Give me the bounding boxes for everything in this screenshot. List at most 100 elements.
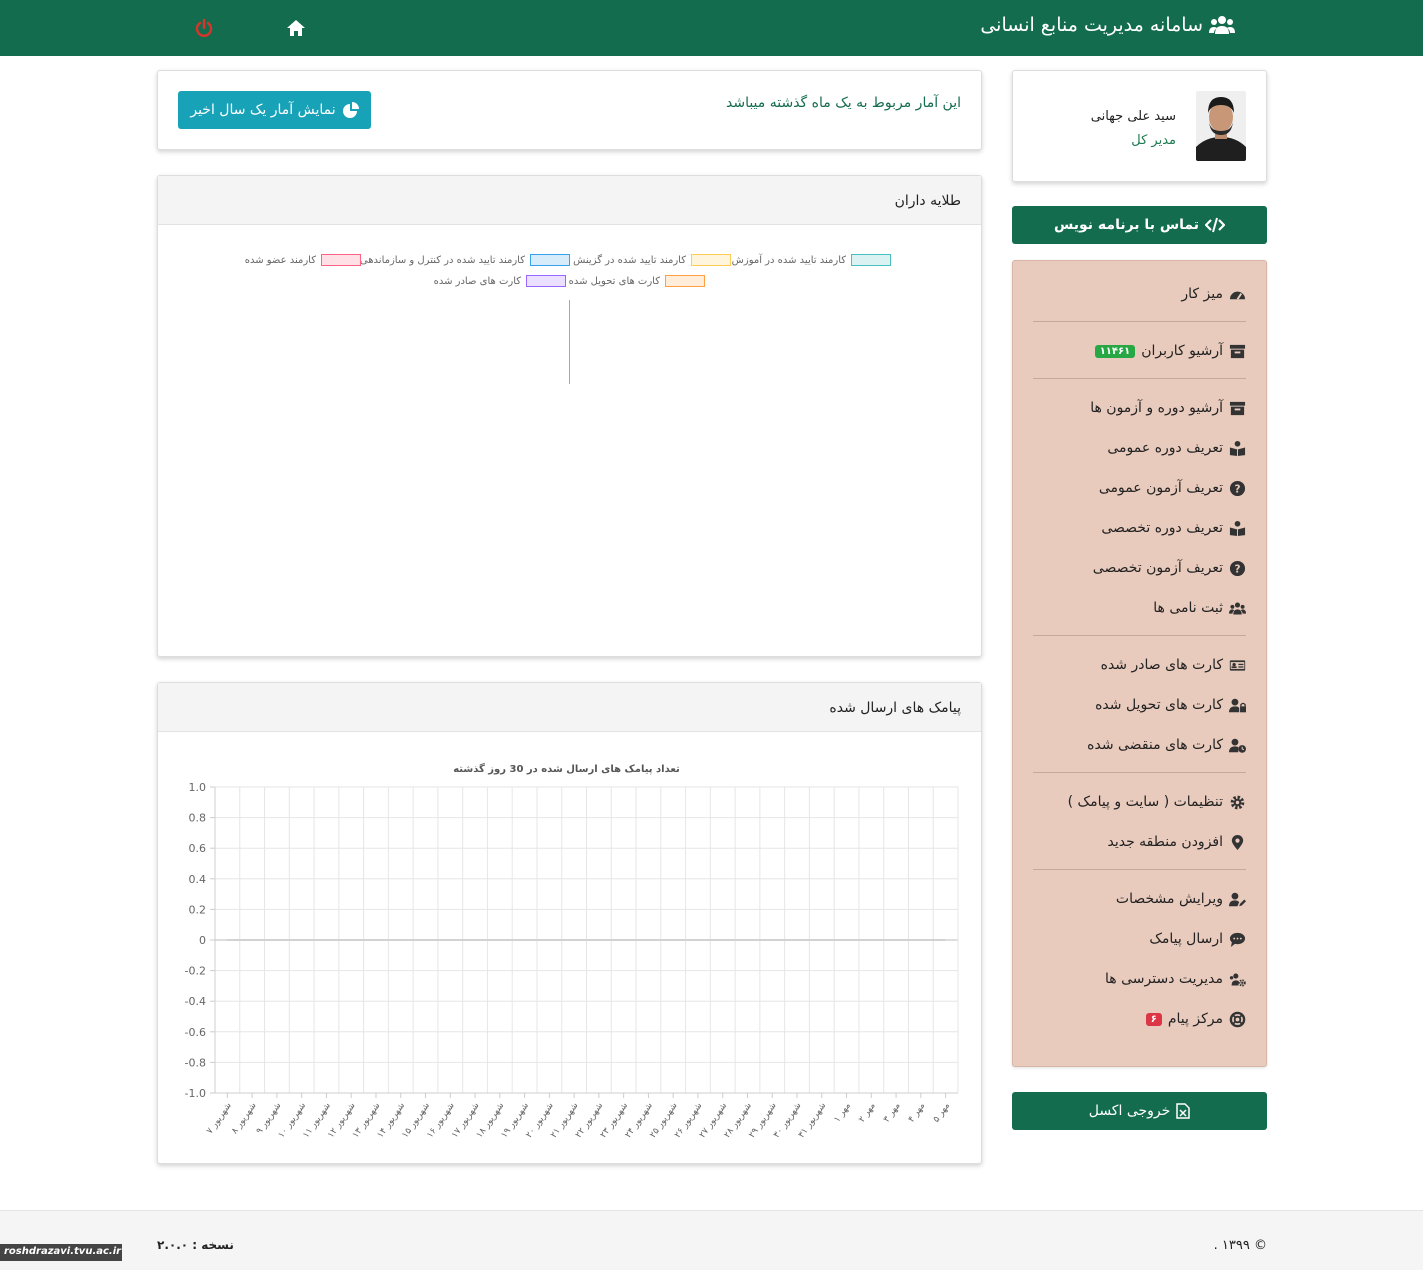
chart-title: تعداد پیامک های ارسال شده در 30 روز گذشت… <box>453 762 680 775</box>
legend-label: کارمند تایید شده در آموزش <box>731 254 846 266</box>
top-navbar: سامانه مدیریت منابع انسانی <box>0 0 1423 56</box>
sidebar-item-label: تنظیمات ( سایت و پیامک ) <box>1067 794 1223 810</box>
menu-divider <box>1033 869 1246 870</box>
users-count-badge: ۱۱۴۶۱ <box>1094 344 1136 358</box>
show-year-stats-button[interactable]: نمایش آمار یک سال اخیر <box>178 91 371 129</box>
sidebar-item-registrations[interactable]: ثبت نامی ها <box>1153 596 1246 620</box>
sidebar-item-expired-cards[interactable]: کارت های منقضی شده <box>1087 733 1246 757</box>
archive-icon <box>1229 344 1246 358</box>
sidebar-item-special-course[interactable]: تعریف دوره تخصصی <box>1101 516 1246 540</box>
power-icon <box>195 18 213 37</box>
menu-divider <box>1033 772 1246 773</box>
sidebar-item-label: میز کار <box>1181 286 1223 302</box>
legend-item[interactable]: کارت های تحویل شده <box>569 275 705 287</box>
sidebar-item-label: ثبت نامی ها <box>1153 600 1223 616</box>
y-tick-label: 0.2 <box>189 903 207 916</box>
legend-swatch <box>665 275 705 287</box>
book-reader-icon <box>1229 440 1246 456</box>
y-tick-label: 0.4 <box>189 873 207 886</box>
home-icon <box>287 20 305 36</box>
legend-item[interactable]: کارت های صادر شده <box>434 275 566 287</box>
sidebar-item-dashboard[interactable]: میز کار <box>1181 282 1246 306</box>
sidebar-item-general-course[interactable]: تعریف دوره عمومی <box>1107 436 1246 460</box>
map-marker-icon <box>1231 834 1244 850</box>
version-text: نسخه : ۲.۰.۰ <box>157 1238 234 1252</box>
sidebar-item-label: ارسال پیامک <box>1149 931 1223 947</box>
sidebar-item-label: ویرایش مشخصات <box>1115 891 1223 907</box>
sidebar-item-label: مرکز پیام <box>1167 1011 1223 1027</box>
sidebar-item-edit-profile[interactable]: ویرایش مشخصات <box>1116 887 1246 911</box>
svg-text:?: ? <box>1234 483 1240 495</box>
menu-divider <box>1033 635 1246 636</box>
sidebar-item-send-sms[interactable]: ارسال پیامک <box>1149 927 1246 951</box>
home-button[interactable] <box>285 17 307 39</box>
archive-icon <box>1229 401 1246 415</box>
profile-card: سید علی جهانی مدیر کل <box>1012 70 1267 182</box>
chart-axis-line <box>569 300 570 384</box>
sidebar-item-label: افزودن منطقه جدید <box>1107 834 1223 850</box>
sms-icon <box>1229 932 1246 947</box>
sidebar-item-course-archive[interactable]: آرشیو دوره و آزمون ها <box>1090 396 1246 420</box>
sms-panel: پیامک های ارسال شده تعداد پیامک های ارسا… <box>157 682 982 1164</box>
contact-developer-button[interactable]: تماس با برنامه نویس <box>1012 206 1267 244</box>
legend-swatch <box>530 254 570 266</box>
x-tick-label: ۲ مهر <box>857 1101 878 1125</box>
x-tick-label: ۴ مهر <box>907 1101 928 1125</box>
sidebar-item-users-archive[interactable]: آرشیو کاربران ۱۱۴۶۱ <box>1094 339 1246 363</box>
stats-info-text: این آمار مربوط به یک ماه گذشته میباشد <box>725 95 961 111</box>
y-tick-label: -0.4 <box>185 995 206 1008</box>
sidebar-item-settings[interactable]: تنظیمات ( سایت و پیامک ) <box>1068 790 1246 814</box>
avatar <box>1196 91 1246 161</box>
sidebar-item-label: تعریف آزمون تخصصی <box>1092 560 1223 576</box>
excel-export-button[interactable]: خروجی اکسل <box>1012 1092 1267 1130</box>
stats-info-card: این آمار مربوط به یک ماه گذشته میباشد نم… <box>157 70 982 150</box>
sidebar-item-label: کارت های منقضی شده <box>1087 737 1223 753</box>
user-edit-icon <box>1229 892 1246 906</box>
id-card-icon <box>1229 659 1246 671</box>
gear-icon <box>1230 795 1245 809</box>
sms-chart: تعداد پیامک های ارسال شده در 30 روز گذشت… <box>185 762 959 1140</box>
sidebar-item-delivered-cards[interactable]: کارت های تحویل شده <box>1095 693 1246 717</box>
app-brand[interactable]: سامانه مدیریت منابع انسانی <box>980 14 1235 36</box>
code-icon <box>1205 217 1226 233</box>
menu-divider <box>1033 321 1246 322</box>
legend-label: کارمند عضو شده <box>244 254 316 266</box>
legend-label: کارت های صادر شده <box>433 275 521 287</box>
app-title: سامانه مدیریت منابع انسانی <box>980 14 1203 36</box>
x-tick-label: ۵ مهر <box>931 1101 952 1125</box>
panel-title: پیامک های ارسال شده <box>829 700 961 716</box>
sidebar-item-label: آرشیو دوره و آزمون ها <box>1090 400 1223 416</box>
sidebar-item-access-management[interactable]: مدیریت دسترسی ها <box>1105 967 1246 991</box>
sidebar-item-label: مدیریت دسترسی ها <box>1105 971 1223 987</box>
sidebar-item-special-exam[interactable]: ? تعریف آزمون تخصصی <box>1093 556 1246 580</box>
sidebar-item-label: آرشیو کاربران <box>1141 343 1223 359</box>
panel-header: پیامک های ارسال شده <box>158 683 981 732</box>
pie-chart-icon <box>342 101 359 118</box>
users-icon <box>1229 602 1246 614</box>
sidebar-item-label: تعریف دوره تخصصی <box>1101 520 1223 536</box>
x-tick-label: ۳ مهر <box>882 1101 903 1125</box>
sidebar-menu: میز کار آرشیو کاربران ۱۱۴۶۱ آرشیو دوره و… <box>1012 260 1267 1067</box>
logout-button[interactable] <box>194 18 214 38</box>
users-cog-icon <box>1229 973 1246 986</box>
sidebar-item-general-exam[interactable]: ? تعریف آزمون عمومی <box>1099 476 1246 500</box>
sidebar-item-message-center[interactable]: مرکز پیام ۶ <box>1145 1007 1246 1031</box>
excel-file-icon <box>1176 1103 1191 1119</box>
legend-item[interactable]: کارمند عضو شده <box>245 254 361 266</box>
question-circle-icon: ? <box>1229 480 1246 496</box>
show-year-stats-label: نمایش آمار یک سال اخیر <box>190 102 336 118</box>
legend-item[interactable]: کارمند تایید شده در گزینش <box>573 254 731 266</box>
user-clock-icon <box>1229 738 1246 753</box>
site-watermark: roshdrazavi.tvu.ac.ir <box>0 1244 122 1261</box>
copyright-text: © ۱۳۹۹ . <box>1213 1238 1267 1253</box>
sidebar-item-issued-cards[interactable]: کارت های صادر شده <box>1101 653 1246 677</box>
legend-item[interactable]: کارمند تایید شده در آموزش <box>732 254 891 266</box>
sidebar-item-label: کارت های تحویل شده <box>1095 697 1223 713</box>
question-circle-icon: ? <box>1229 560 1246 576</box>
message-count-badge: ۶ <box>1145 1012 1162 1026</box>
sidebar-item-add-region[interactable]: افزودن منطقه جدید <box>1107 830 1246 854</box>
y-tick-label: 1.0 <box>189 781 207 794</box>
dashboard-icon <box>1229 291 1246 300</box>
legend-item[interactable]: کارمند تایید شده در کنترل و سازماندهی <box>360 254 570 266</box>
legend-swatch <box>321 254 361 266</box>
